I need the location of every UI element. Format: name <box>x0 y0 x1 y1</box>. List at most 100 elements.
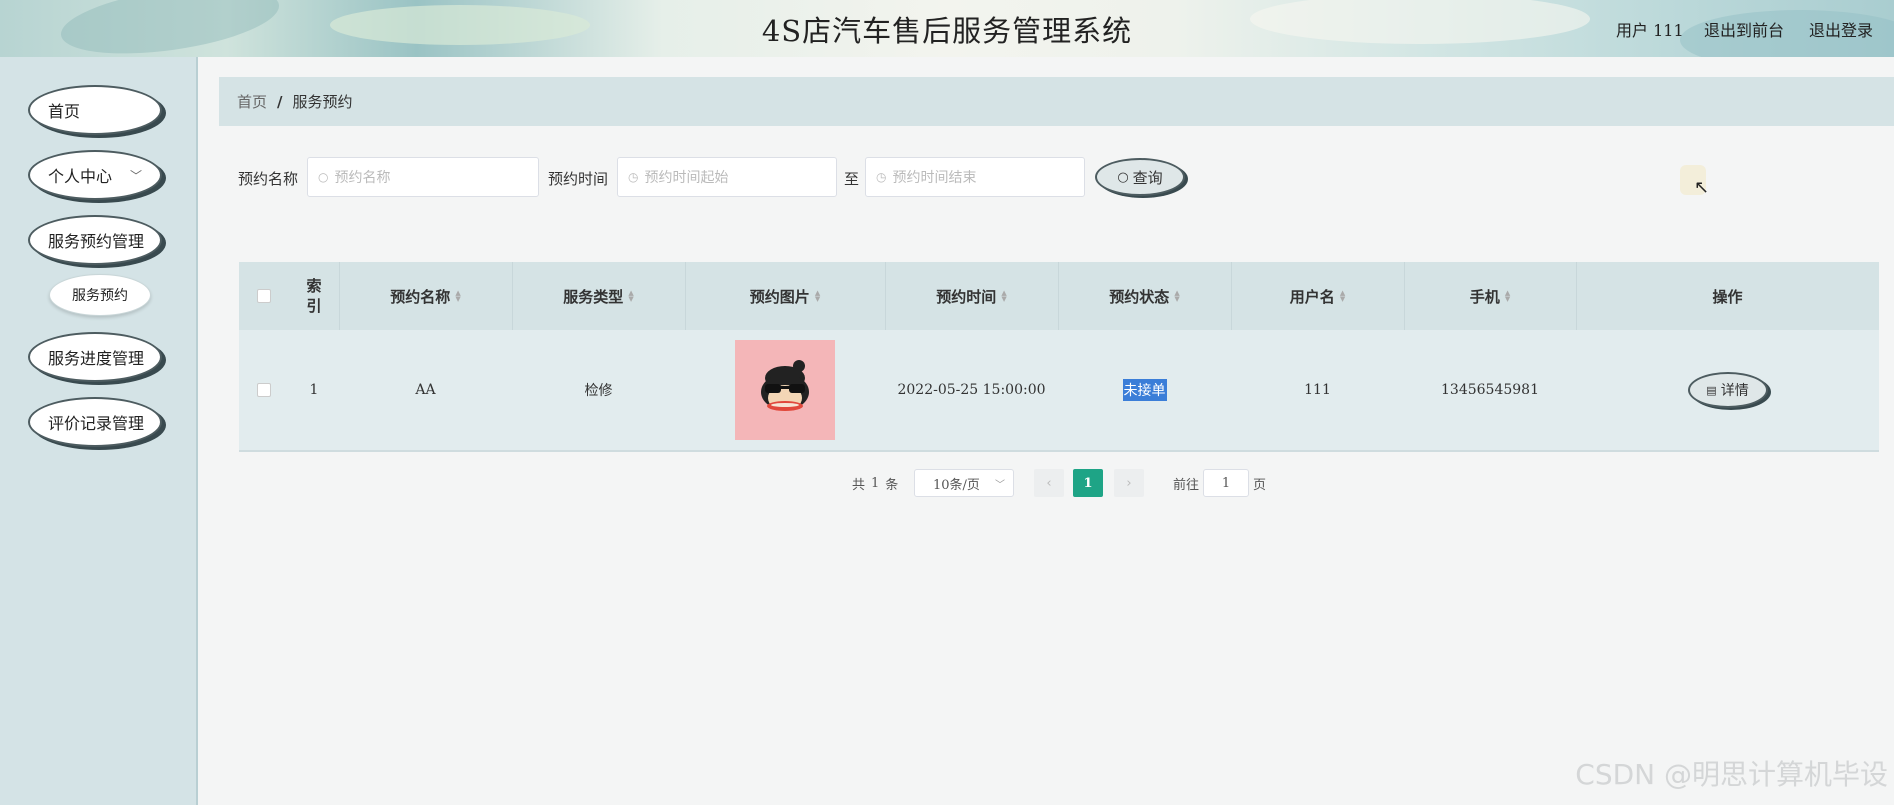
sidebar-item-review-management[interactable]: 评价记录管理 <box>28 397 162 447</box>
cell-name: AA <box>415 382 436 398</box>
reservation-thumbnail[interactable] <box>735 340 835 440</box>
sidebar-item-home[interactable]: 首页 <box>28 85 162 135</box>
breadcrumb: 首页 / 服务预约 <box>219 77 1894 126</box>
reservation-name-label: 预约名称 <box>238 170 299 188</box>
header-label: 预约时间 <box>936 287 997 306</box>
header-label: 用户名 <box>1289 287 1335 306</box>
column-header-actions: 操作 <box>1576 262 1879 330</box>
top-header-bar: 4S店汽车售后服务管理系统 用户 111 退出到前台 退出登录 <box>0 0 1894 57</box>
header-label: 预约状态 <box>1109 287 1170 306</box>
sidebar-item-progress-management[interactable]: 服务进度管理 <box>28 332 162 382</box>
sort-icon[interactable]: ▲ ▼ <box>1505 290 1510 303</box>
column-header-image[interactable]: 预约图片 ▲ ▼ <box>685 262 885 330</box>
breadcrumb-separator: / <box>277 92 283 111</box>
prev-page-button[interactable]: ‹ <box>1034 469 1064 497</box>
back-to-front-link[interactable]: 退出到前台 <box>1704 17 1784 41</box>
logout-link[interactable]: 退出登录 <box>1809 17 1873 41</box>
sidebar-subitem-label: 服务预约 <box>72 288 128 304</box>
system-title: 4S店汽车售后服务管理系统 <box>761 14 1133 48</box>
select-all-checkbox[interactable] <box>257 289 271 303</box>
search-icon: ○ <box>318 170 329 184</box>
cell-actions: ▤ 详情 <box>1576 330 1879 450</box>
next-page-button[interactable]: › <box>1114 469 1144 497</box>
sort-icon[interactable]: ▲ ▼ <box>1174 290 1179 303</box>
index-header-line-1: 索 <box>306 277 322 295</box>
column-header-index: 索 引 <box>289 262 339 330</box>
query-button[interactable]: ○ 查询 <box>1095 158 1185 196</box>
column-header-phone[interactable]: 手机 ▲ ▼ <box>1404 262 1576 330</box>
select-all-checkbox-cell[interactable] <box>239 262 289 330</box>
goto-page-input[interactable]: 1 <box>1203 469 1249 497</box>
total-count: 1 <box>871 475 880 491</box>
breadcrumb-home-link[interactable]: 首页 <box>237 91 267 112</box>
goto-suffix: 页 <box>1253 477 1267 493</box>
header-label: 手机 <box>1469 287 1500 306</box>
sidebar-item-label: 个人中心 <box>48 167 113 186</box>
current-user-label: 用户 111 <box>1616 21 1684 40</box>
cell-image <box>685 330 885 450</box>
time-end-placeholder: 预约时间结束 <box>892 170 977 186</box>
detail-button[interactable]: ▤ 详情 <box>1687 372 1768 408</box>
pagination-total: 共 1 条 <box>852 469 898 497</box>
column-header-username[interactable]: 用户名 ▲ ▼ <box>1231 262 1404 330</box>
sidebar-item-label: 服务预约管理 <box>48 232 145 251</box>
row-checkbox-cell[interactable] <box>239 330 289 450</box>
table-header-row: 索 引 预约名称 ▲ ▼ 服务类型 ▲ ▼ 预约图片 ▲ ▼ 预约时间 ▲ ▼ 预约状态 ▲ ▼ 用… <box>239 262 1879 330</box>
sort-icon[interactable]: ▲ ▼ <box>815 290 820 303</box>
page-number-current[interactable]: 1 <box>1073 469 1103 497</box>
header-label: 预约名称 <box>390 287 451 306</box>
cell-time: 2022-05-25 15:00:00 <box>897 382 1046 398</box>
chevron-right-icon: › <box>1126 475 1132 491</box>
row-checkbox[interactable] <box>257 383 271 397</box>
time-range-to-label: 至 <box>844 170 860 188</box>
sidebar-item-label: 评价记录管理 <box>48 414 145 433</box>
sidebar-item-personal-center[interactable]: 个人中心 ﹀ <box>28 150 162 200</box>
column-header-status[interactable]: 预约状态 ▲ ▼ <box>1058 262 1231 330</box>
reservation-name-input[interactable]: ○ 预约名称 <box>307 157 539 197</box>
reservation-time-label: 预约时间 <box>548 170 609 188</box>
sort-icon[interactable]: ▲ ▼ <box>1001 290 1006 303</box>
search-icon: ○ <box>1117 169 1129 185</box>
time-start-placeholder: 预约时间起始 <box>644 170 729 186</box>
sort-icon[interactable]: ▲ ▼ <box>628 290 633 303</box>
index-header-line-2: 引 <box>306 297 322 315</box>
clock-icon: ◷ <box>876 170 887 184</box>
header-label: 预约图片 <box>749 287 810 306</box>
column-header-name[interactable]: 预约名称 ▲ ▼ <box>339 262 512 330</box>
sort-icon[interactable]: ▲ ▼ <box>1340 290 1345 303</box>
sidebar-subitem-reservation[interactable]: 服务预约 <box>49 274 151 316</box>
header-label: 操作 <box>1712 287 1743 306</box>
chevron-down-icon: ﹀ <box>129 168 142 183</box>
mouse-cursor-icon: ↖ <box>1694 177 1710 198</box>
detail-button-label: 详情 <box>1720 383 1749 399</box>
sort-icon[interactable]: ▲ ▼ <box>455 290 460 303</box>
cell-service-type: 检修 <box>584 383 613 399</box>
sidebar: 首页 个人中心 ﹀ 服务预约管理 服务预约 服务进度管理 评价记录管理 <box>0 57 198 805</box>
chevron-left-icon: ‹ <box>1046 475 1052 491</box>
table-row: 1 AA 检修 2022-05-25 15:00:00 未接单 111 1345… <box>239 330 1879 452</box>
total-suffix: 条 <box>885 477 899 493</box>
chevron-down-icon: ﹀ <box>995 479 1005 491</box>
query-button-label: 查询 <box>1132 168 1163 187</box>
csdn-watermark: CSDN @明思计算机毕设 <box>1575 758 1888 791</box>
goto-label: 前往 <box>1173 477 1200 493</box>
clock-icon: ◷ <box>628 170 639 184</box>
cell-status: 未接单 <box>1058 330 1231 450</box>
column-header-service-type[interactable]: 服务类型 ▲ ▼ <box>512 262 685 330</box>
sidebar-item-label: 服务进度管理 <box>48 349 145 368</box>
cell-index: 1 <box>309 382 319 398</box>
cell-username: 111 <box>1304 382 1331 398</box>
breadcrumb-current: 服务预约 <box>292 93 353 111</box>
sidebar-item-reservation-management[interactable]: 服务预约管理 <box>28 215 162 265</box>
sidebar-item-label: 首页 <box>48 102 81 121</box>
reservation-name-placeholder: 预约名称 <box>334 170 391 186</box>
column-header-time[interactable]: 预约时间 ▲ ▼ <box>885 262 1058 330</box>
time-end-input[interactable]: ◷ 预约时间结束 <box>865 157 1085 197</box>
page-size-value: 10条/页 <box>933 477 980 493</box>
header-label: 服务类型 <box>563 287 624 306</box>
monkey-face-icon <box>735 340 835 440</box>
time-start-input[interactable]: ◷ 预约时间起始 <box>617 157 837 197</box>
cell-phone: 13456545981 <box>1441 382 1539 398</box>
page-size-select[interactable]: 10条/页 ﹀ <box>914 469 1014 497</box>
status-badge: 未接单 <box>1122 379 1167 401</box>
